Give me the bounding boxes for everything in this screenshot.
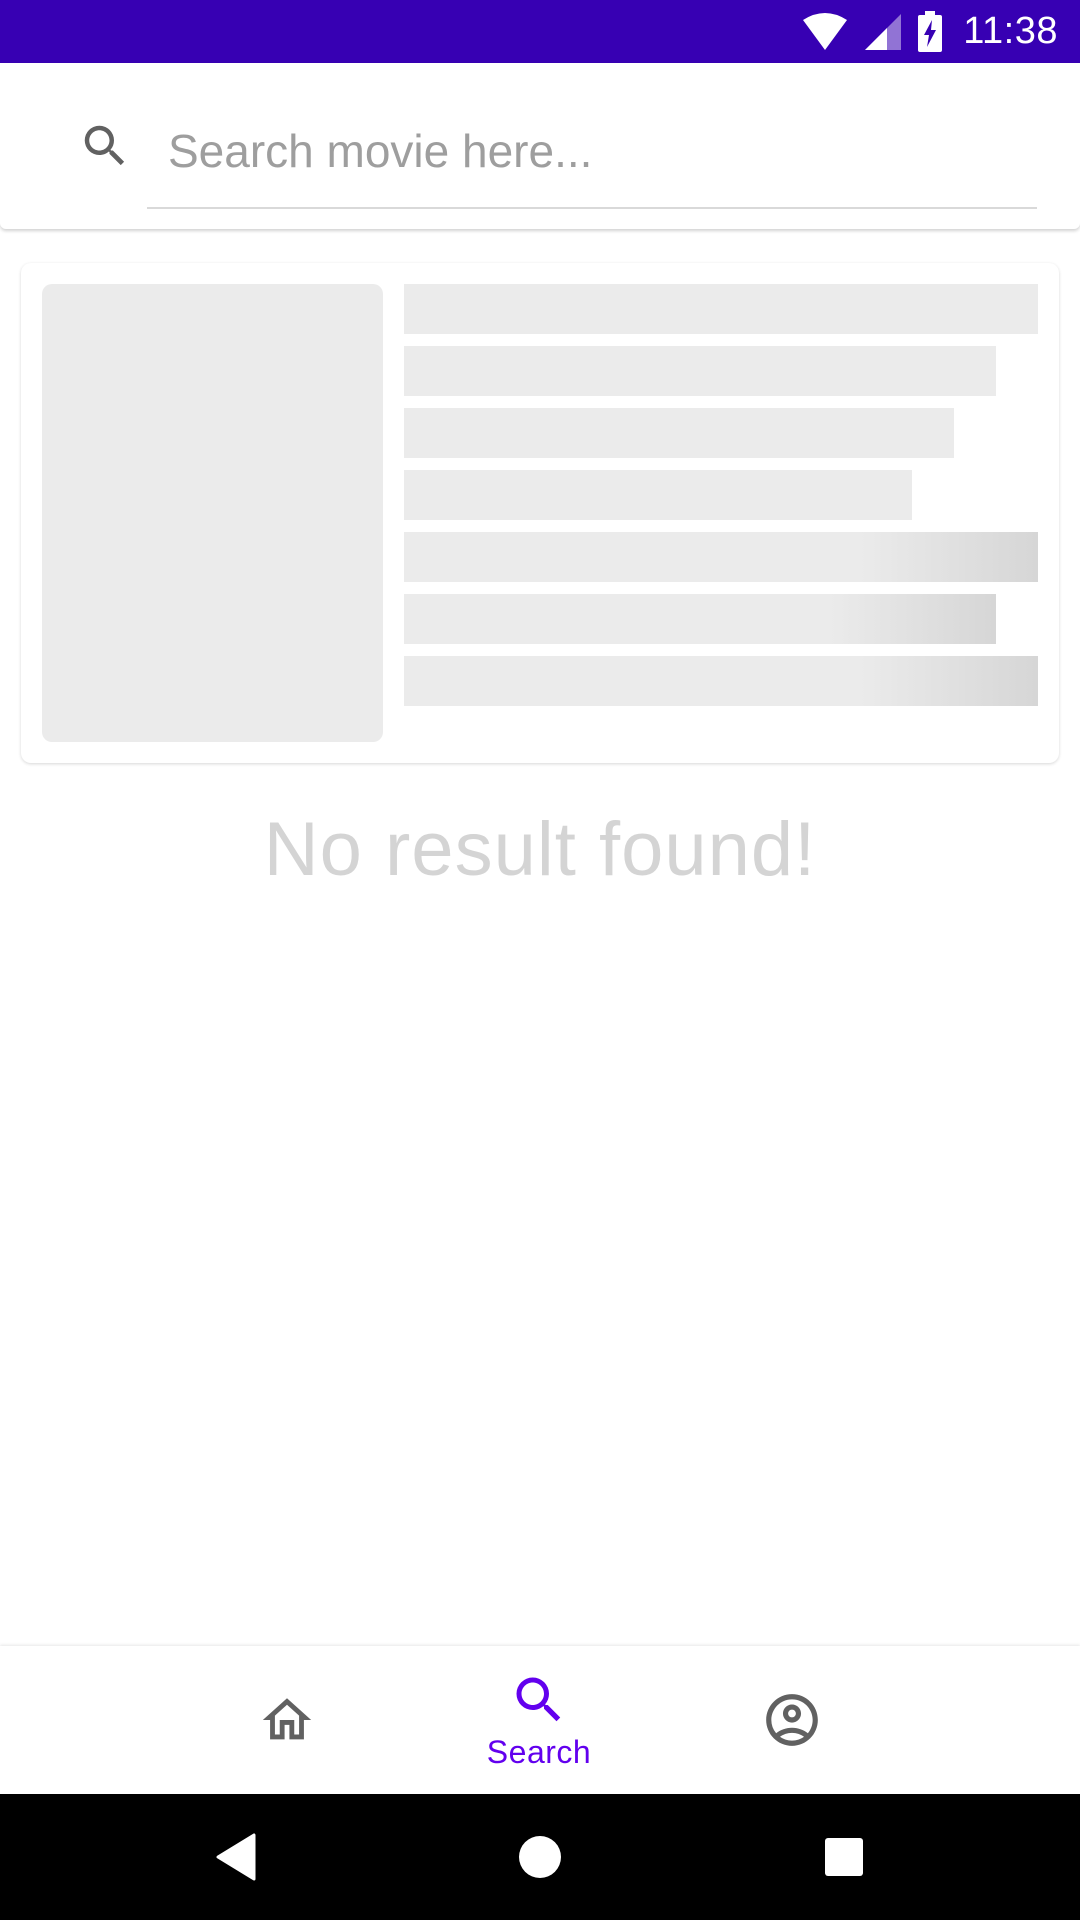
search-bar bbox=[0, 63, 1080, 229]
status-time: 11:38 bbox=[963, 10, 1058, 52]
nav-item-profile[interactable] bbox=[712, 1646, 872, 1794]
nav-label-search: Search bbox=[486, 1733, 592, 1770]
system-navigation-bar bbox=[0, 1794, 1080, 1920]
bottom-navigation: Search bbox=[0, 1646, 1080, 1794]
system-home-button[interactable] bbox=[480, 1794, 600, 1920]
wifi-icon bbox=[803, 12, 848, 50]
account-circle-icon bbox=[766, 1694, 818, 1746]
skeleton-line bbox=[404, 284, 1038, 334]
result-skeleton-card bbox=[21, 263, 1059, 763]
skeleton-line bbox=[404, 594, 996, 644]
skeleton-line bbox=[404, 470, 912, 520]
empty-state-message: No result found! bbox=[263, 807, 817, 892]
recents-icon bbox=[825, 1838, 863, 1876]
status-icons: 11:38 bbox=[801, 0, 1058, 63]
skeleton-line bbox=[404, 656, 1038, 706]
skeleton-line bbox=[404, 408, 954, 458]
home-circle-icon bbox=[519, 1836, 561, 1878]
home-icon bbox=[262, 1698, 312, 1740]
system-recents-button[interactable] bbox=[784, 1794, 904, 1920]
battery-charging-icon bbox=[918, 10, 943, 52]
search-input[interactable] bbox=[147, 103, 1037, 209]
search-icon[interactable] bbox=[78, 119, 132, 173]
cell-signal-icon bbox=[865, 13, 902, 50]
skeleton-line bbox=[404, 346, 996, 396]
search-icon bbox=[516, 1677, 561, 1721]
status-bar: 11:38 bbox=[0, 0, 1080, 63]
skeleton-line bbox=[404, 532, 1038, 582]
nav-item-home[interactable] bbox=[207, 1646, 367, 1794]
system-back-button[interactable] bbox=[176, 1794, 296, 1920]
nav-item-search[interactable]: Search bbox=[459, 1646, 619, 1794]
skeleton-poster bbox=[42, 284, 383, 742]
back-icon bbox=[216, 1833, 256, 1881]
search-screen: 11:38 No result found! Search bbox=[0, 0, 1080, 1920]
